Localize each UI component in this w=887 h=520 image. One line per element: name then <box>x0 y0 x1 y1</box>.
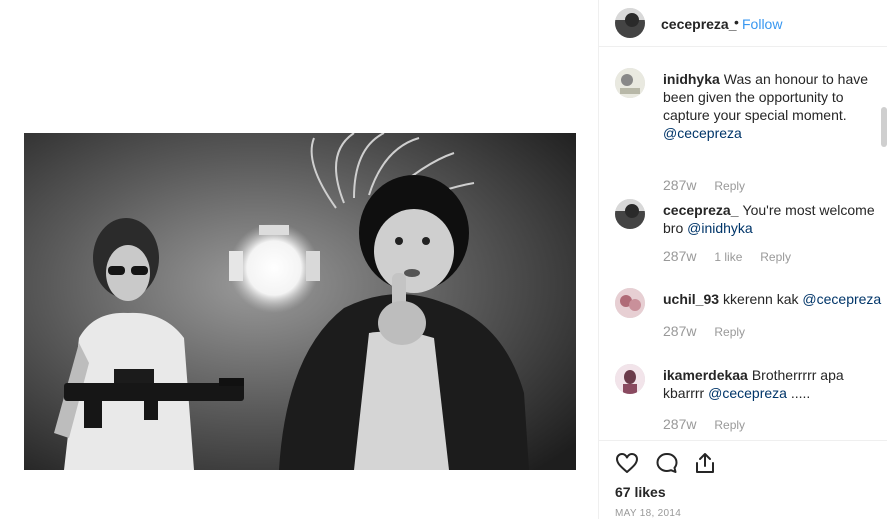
post-date[interactable]: MAY 18, 2014 <box>615 508 681 519</box>
comment-mention[interactable]: @cecepreza <box>708 385 787 401</box>
avatar-image <box>615 8 645 38</box>
comment-text: uchil_93 kkerenn kak @cecepreza <box>663 290 883 308</box>
comment-time[interactable]: 287w <box>663 177 696 193</box>
comment-time[interactable]: 287w <box>663 416 696 432</box>
comment-mention[interactable]: @inidhyka <box>687 220 753 236</box>
separator-dot: • <box>734 14 739 30</box>
heart-icon[interactable] <box>615 451 639 475</box>
comment-meta: 287w Reply <box>663 416 759 432</box>
comment-time[interactable]: 287w <box>663 323 696 339</box>
comment-item: uchil_93 kkerenn kak @cecepreza 287w Repl… <box>615 288 883 344</box>
post-actions: 67 likes MAY 18, 2014 <box>599 440 887 520</box>
photo-image <box>24 133 576 470</box>
post-header: cecepreza_ • Follow <box>599 0 887 47</box>
comment-username[interactable]: cecepreza_ <box>663 202 739 218</box>
comment-suffix: ..... <box>790 385 811 401</box>
comment-item: cecepreza_ You're most welcome bro @inidh… <box>615 199 883 269</box>
commenter-avatar[interactable] <box>615 364 645 394</box>
avatar-image <box>615 199 645 229</box>
commenter-avatar[interactable] <box>615 199 645 229</box>
comment-icon[interactable] <box>655 451 679 475</box>
author-avatar[interactable] <box>615 8 645 38</box>
comment-mention[interactable]: @cecepreza <box>663 125 742 141</box>
comment-body: kkerenn kak <box>723 291 799 307</box>
comment-meta: 287w Reply <box>663 323 759 339</box>
commenter-avatar[interactable] <box>615 68 645 98</box>
reply-button[interactable]: Reply <box>760 250 791 264</box>
comment-time[interactable]: 287w <box>663 248 696 264</box>
comment-username[interactable]: inidhyka <box>663 71 720 87</box>
comment-text: inidhyka Was an honour to have been given… <box>663 70 883 142</box>
avatar-image <box>615 288 645 318</box>
post-photo[interactable] <box>24 133 576 470</box>
author-username[interactable]: cecepreza_ <box>661 16 737 32</box>
comment-username[interactable]: ikamerdekaa <box>663 367 748 383</box>
reply-button[interactable]: Reply <box>714 418 745 432</box>
reply-button[interactable]: Reply <box>714 325 745 339</box>
instagram-post: cecepreza_ • Follow inidhyka Was an honou… <box>0 0 887 519</box>
comments-scrollbar[interactable] <box>881 107 887 147</box>
comment-meta: 287w 1 like Reply <box>663 248 805 264</box>
reply-button[interactable]: Reply <box>714 179 745 193</box>
comment-item: inidhyka Was an honour to have been given… <box>615 68 883 203</box>
follow-button[interactable]: Follow <box>742 16 782 32</box>
media-panel <box>0 0 599 519</box>
comment-text: cecepreza_ You're most welcome bro @inidh… <box>663 201 883 237</box>
comment-text: ikamerdekaa Brotherrrrr apa kbarrrr @cece… <box>663 366 883 402</box>
post-sidebar: cecepreza_ • Follow inidhyka Was an honou… <box>599 0 887 519</box>
commenter-avatar[interactable] <box>615 288 645 318</box>
comment-likes[interactable]: 1 like <box>714 250 742 264</box>
share-icon[interactable] <box>693 451 717 475</box>
comments-list[interactable]: inidhyka Was an honour to have been given… <box>599 47 887 439</box>
comment-meta: 287w Reply <box>663 177 759 193</box>
comment-item: ikamerdekaa Brotherrrrr apa kbarrrr @cece… <box>615 364 883 439</box>
avatar-image <box>615 68 645 98</box>
comment-username[interactable]: uchil_93 <box>663 291 719 307</box>
comment-mention[interactable]: @cecepreza <box>802 291 881 307</box>
avatar-image <box>615 364 645 394</box>
likes-count[interactable]: 67 likes <box>615 484 666 500</box>
